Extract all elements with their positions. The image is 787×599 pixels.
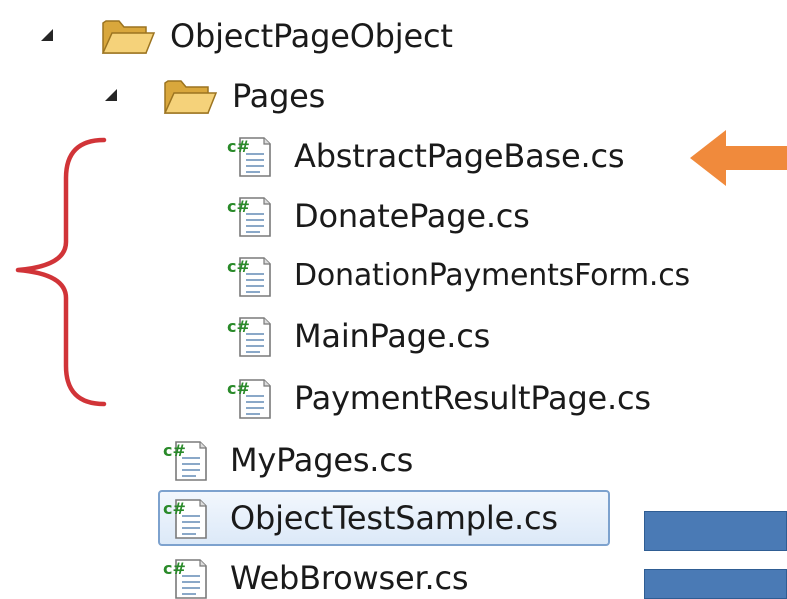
arrow-left-icon — [690, 130, 787, 186]
svg-text:c#: c# — [227, 257, 250, 276]
tree-node-label: AbstractPageBase.cs — [294, 137, 625, 175]
csharp-file-icon: c# — [226, 194, 272, 238]
tree-node-label: ObjectTestSample.cs — [230, 499, 558, 537]
tree-node-label: DonationPaymentsForm.cs — [294, 258, 690, 293]
csharp-file-icon: c# — [226, 314, 272, 358]
csharp-file-icon: c# — [226, 134, 272, 178]
annotation-bar — [644, 511, 787, 551]
curly-brace-icon — [15, 137, 107, 407]
csharp-file-icon: c# — [226, 376, 272, 420]
csharp-file-icon: c# — [162, 556, 208, 599]
tree-node-label: MainPage.cs — [294, 317, 491, 355]
svg-text:c#: c# — [227, 137, 250, 156]
tree-node-root-project[interactable]: ObjectPageObject — [100, 8, 453, 64]
tree-node-file[interactable]: c# AbstractPageBase.cs — [226, 128, 625, 184]
tree-node-file[interactable]: c# MyPages.cs — [162, 432, 413, 488]
folder-open-icon — [162, 75, 218, 117]
csharp-file-icon: c# — [226, 254, 272, 298]
tree-node-pages-folder[interactable]: Pages — [162, 68, 325, 124]
solution-explorer-tree: ObjectPageObject Pages c# AbstractPageBa… — [0, 0, 787, 599]
tree-node-label: Pages — [232, 77, 326, 115]
tree-node-file-selected[interactable]: c# ObjectTestSample.cs — [162, 490, 558, 546]
svg-text:c#: c# — [227, 317, 250, 336]
tree-node-label: PaymentResultPage.cs — [294, 379, 651, 417]
svg-text:c#: c# — [163, 559, 186, 578]
tree-node-file[interactable]: c# MainPage.cs — [226, 308, 490, 364]
tree-node-file[interactable]: c# DonatePage.cs — [226, 188, 530, 244]
tree-node-file[interactable]: c# PaymentResultPage.cs — [226, 370, 651, 426]
annotation-bar — [644, 569, 787, 599]
csharp-file-icon: c# — [162, 438, 208, 482]
tree-node-label: MyPages.cs — [230, 441, 414, 479]
tree-node-file[interactable]: c# WebBrowser.cs — [162, 550, 469, 599]
tree-node-file[interactable]: c# DonationPaymentsForm.cs — [226, 248, 690, 304]
svg-text:c#: c# — [163, 441, 186, 460]
csharp-file-icon: c# — [162, 496, 208, 540]
svg-text:c#: c# — [227, 197, 250, 216]
svg-text:c#: c# — [227, 379, 250, 398]
svg-text:c#: c# — [163, 499, 186, 518]
folder-open-icon — [100, 15, 156, 57]
tree-node-label: DonatePage.cs — [294, 197, 530, 235]
tree-node-label: WebBrowser.cs — [230, 559, 469, 597]
tree-node-label: ObjectPageObject — [170, 17, 453, 55]
